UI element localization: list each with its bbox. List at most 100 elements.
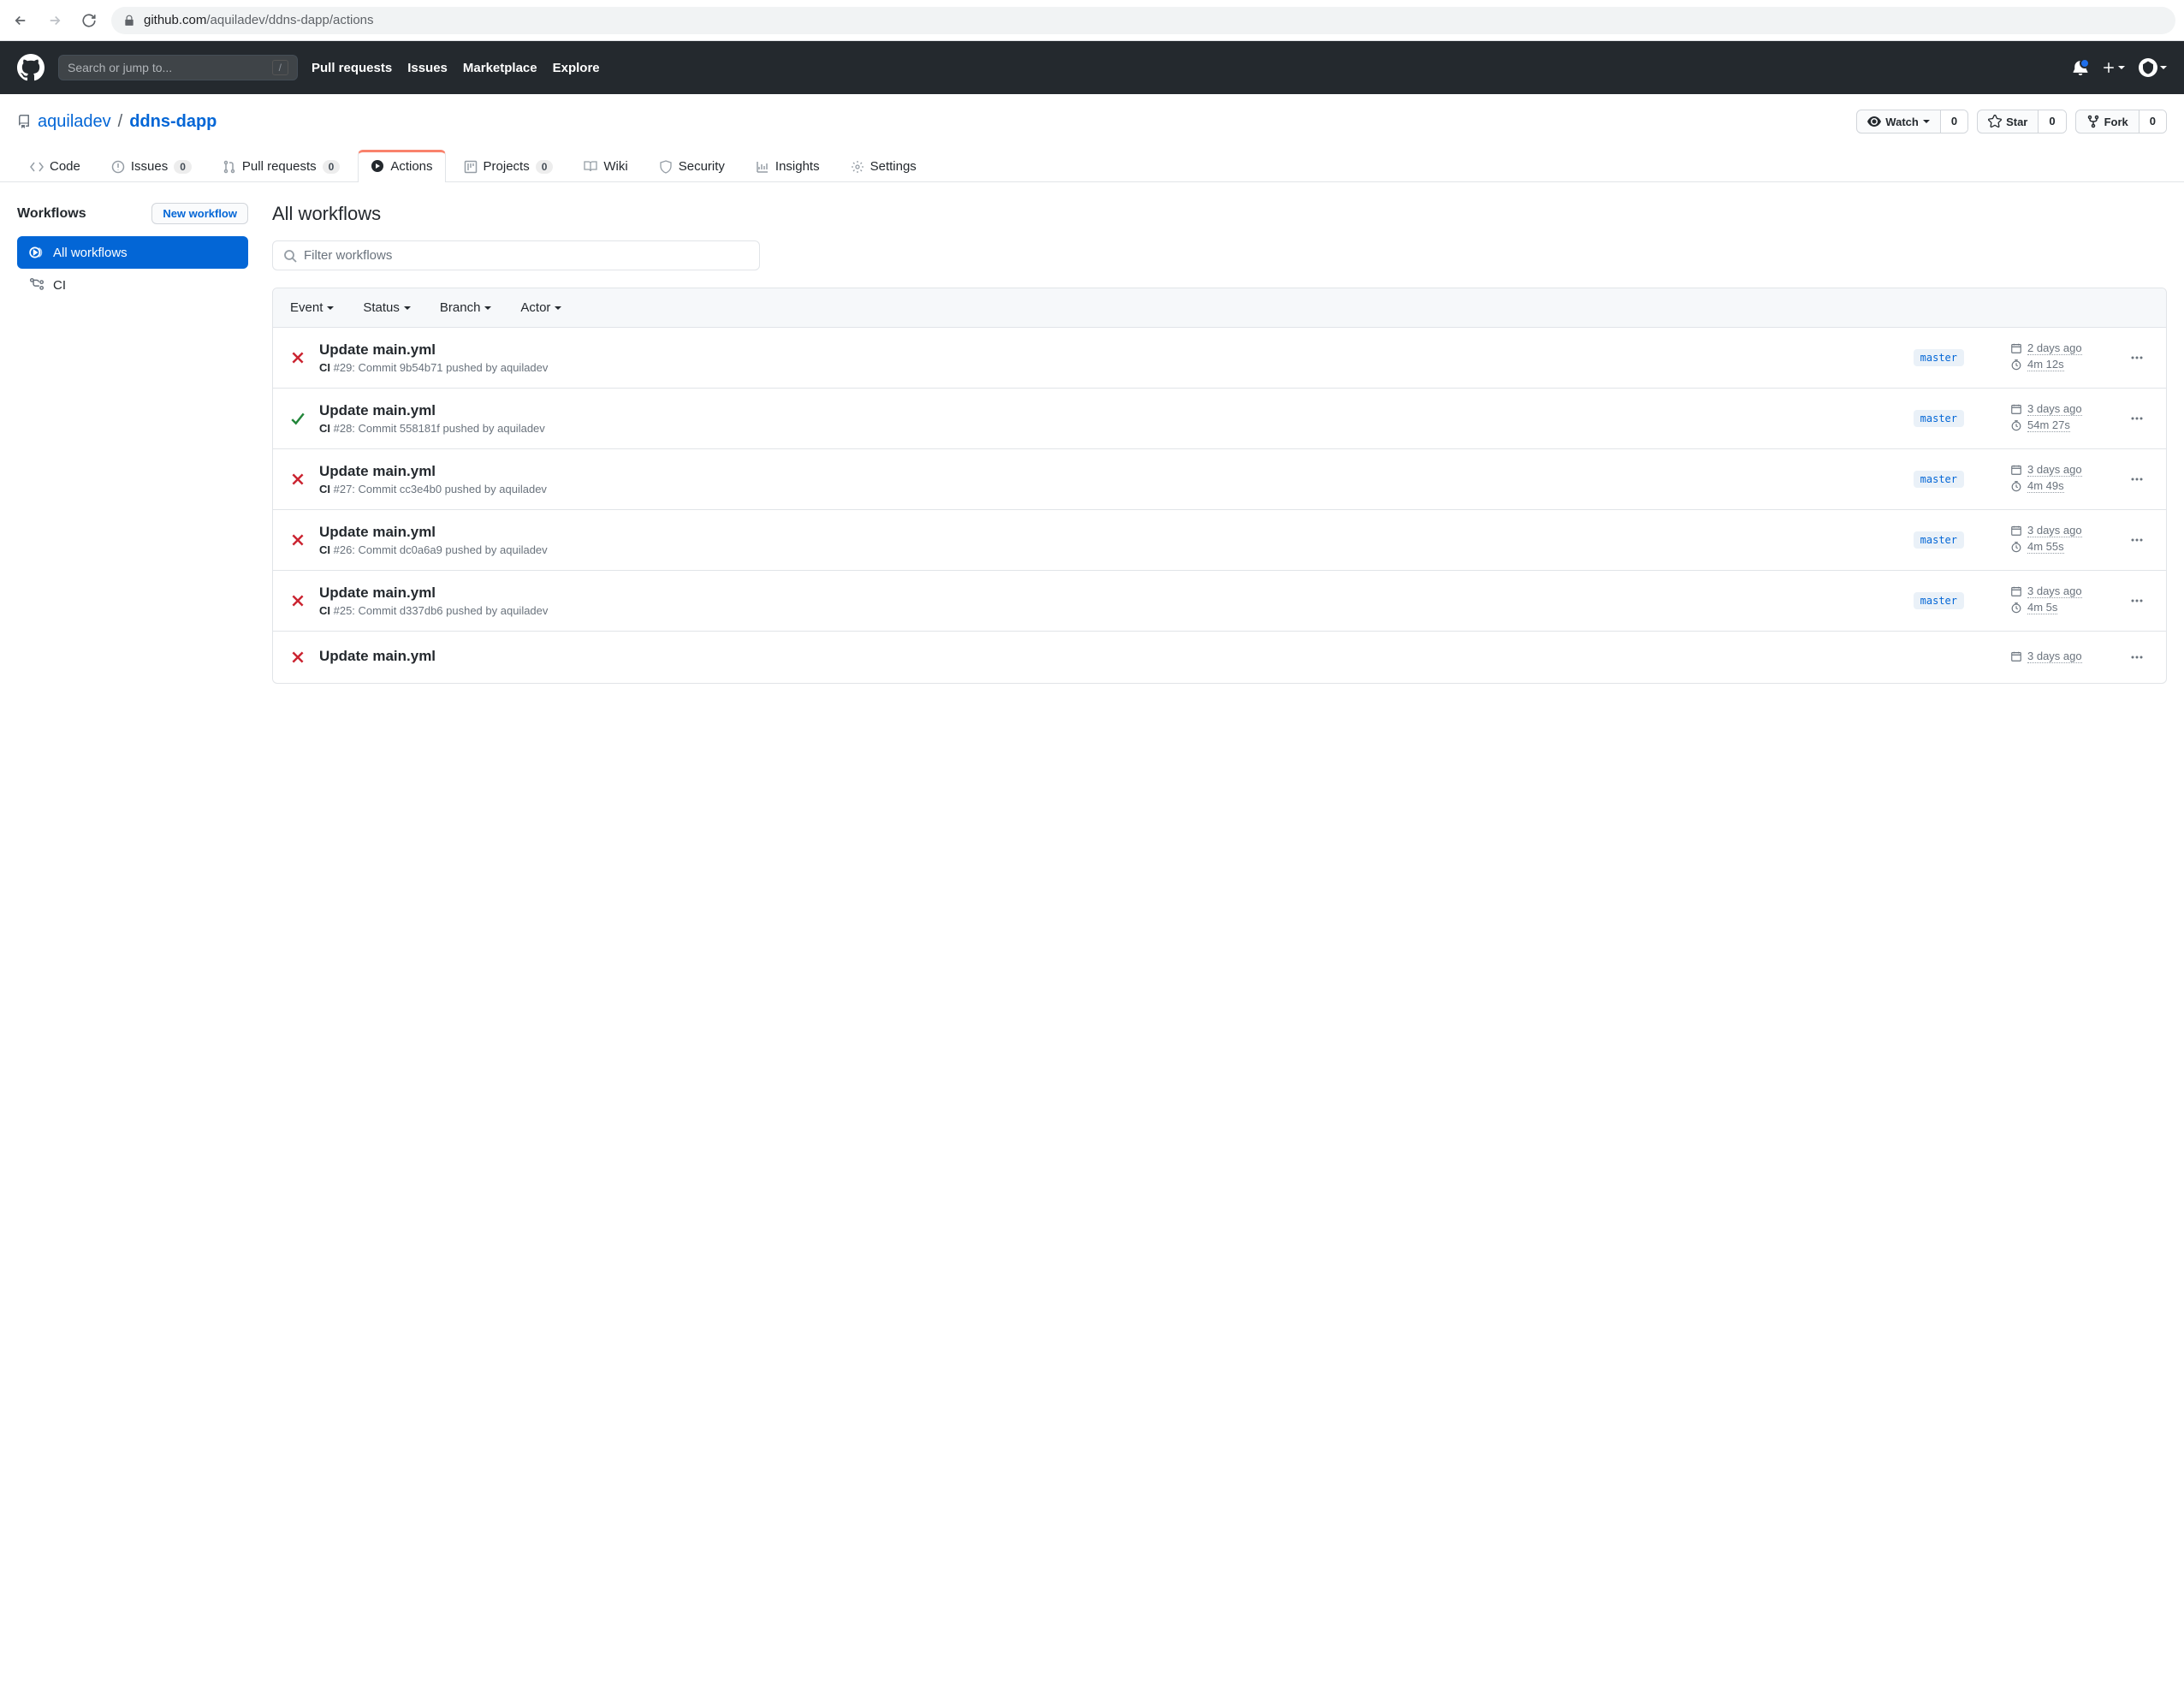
star-count[interactable]: 0 <box>2039 110 2065 133</box>
nav-pull-requests[interactable]: Pull requests <box>312 61 392 75</box>
run-row[interactable]: Update main.yml CI #28: Commit 558181f p… <box>273 389 2166 449</box>
repo-icon <box>17 115 31 128</box>
graph-icon <box>756 160 769 174</box>
x-icon <box>290 472 307 487</box>
workflow-icon <box>29 277 45 293</box>
branch-badge[interactable]: master <box>1914 471 1964 488</box>
search-input[interactable]: Search or jump to... / <box>58 55 298 80</box>
github-header: Search or jump to... / Pull requests Iss… <box>0 41 2184 94</box>
tab-actions[interactable]: Actions <box>358 150 445 182</box>
shield-icon <box>659 160 673 174</box>
branch-badge[interactable]: master <box>1914 531 1964 549</box>
pull-request-icon <box>223 160 236 174</box>
watch-count[interactable]: 0 <box>1941 110 1967 133</box>
watch-button[interactable]: Watch 0 <box>1856 110 1968 134</box>
tab-wiki[interactable]: Wiki <box>571 150 640 182</box>
run-menu-button[interactable] <box>2125 528 2149 552</box>
filter-event[interactable]: Event <box>290 300 334 315</box>
fork-icon <box>2086 115 2100 128</box>
filter-status[interactable]: Status <box>363 300 411 315</box>
run-age: 3 days ago <box>2027 524 2082 537</box>
repo-link[interactable]: ddns-dapp <box>129 112 217 132</box>
star-icon <box>1988 115 2002 128</box>
run-title[interactable]: Update main.yml <box>319 463 1867 480</box>
run-title[interactable]: Update main.yml <box>319 648 1866 665</box>
run-row[interactable]: Update main.yml CI #27: Commit cc3e4b0 p… <box>273 449 2166 510</box>
branch-badge[interactable]: master <box>1914 592 1964 609</box>
code-icon <box>30 160 44 174</box>
tab-settings[interactable]: Settings <box>838 150 929 182</box>
run-menu-button[interactable] <box>2125 467 2149 491</box>
issues-count: 0 <box>174 160 192 174</box>
run-row[interactable]: Update main.yml 3 days ago <box>273 632 2166 683</box>
tab-security[interactable]: Security <box>646 150 738 182</box>
fork-button[interactable]: Fork 0 <box>2075 110 2167 134</box>
filter-branch[interactable]: Branch <box>440 300 492 315</box>
user-menu[interactable] <box>2139 58 2167 77</box>
repo-header: aquiladev / ddns-dapp Watch 0 Star 0 For… <box>0 94 2184 134</box>
separator: / <box>118 112 123 132</box>
back-button[interactable] <box>9 9 33 33</box>
tab-code[interactable]: Code <box>17 150 93 182</box>
tab-projects[interactable]: Projects 0 <box>451 150 567 182</box>
notifications-button[interactable] <box>2073 60 2088 75</box>
star-label: Star <box>2006 116 2027 128</box>
run-title[interactable]: Update main.yml <box>319 402 1867 419</box>
play-icon <box>371 159 384 173</box>
sidebar-item-ci[interactable]: CI <box>17 269 248 301</box>
sidebar-title: Workflows <box>17 206 86 222</box>
branch-badge[interactable]: master <box>1914 410 1964 427</box>
run-duration: 4m 49s <box>2027 479 2064 493</box>
run-title[interactable]: Update main.yml <box>319 584 1867 602</box>
repo-title: aquiladev / ddns-dapp <box>17 112 217 132</box>
run-menu-button[interactable] <box>2125 406 2149 430</box>
nav-marketplace[interactable]: Marketplace <box>463 61 537 75</box>
owner-link[interactable]: aquiladev <box>38 112 111 132</box>
pulls-count: 0 <box>323 160 341 174</box>
slash-key-hint: / <box>272 60 288 75</box>
nav-issues[interactable]: Issues <box>407 61 448 75</box>
run-row[interactable]: Update main.yml CI #29: Commit 9b54b71 p… <box>273 328 2166 389</box>
header-nav: Pull requests Issues Marketplace Explore <box>312 61 600 75</box>
run-meta: CI #29: Commit 9b54b71 pushed by aquilad… <box>319 361 1867 374</box>
forward-button[interactable] <box>43 9 67 33</box>
fork-label: Fork <box>2104 116 2128 128</box>
tab-pulls[interactable]: Pull requests 0 <box>210 150 353 182</box>
address-bar[interactable]: github.com/aquiladev/ddns-dapp/actions <box>111 7 2175 34</box>
run-age: 3 days ago <box>2027 402 2082 416</box>
run-menu-button[interactable] <box>2125 346 2149 370</box>
run-meta: CI #25: Commit d337db6 pushed by aquilad… <box>319 604 1867 617</box>
eye-icon <box>1867 115 1881 128</box>
new-workflow-button[interactable]: New workflow <box>151 203 248 224</box>
github-logo-icon[interactable] <box>17 54 45 81</box>
browser-toolbar: github.com/aquiladev/ddns-dapp/actions <box>0 0 2184 41</box>
page-title: All workflows <box>272 203 2167 225</box>
branch-badge[interactable]: master <box>1914 349 1964 366</box>
url-text: github.com/aquiladev/ddns-dapp/actions <box>144 13 374 27</box>
create-menu[interactable] <box>2102 61 2125 74</box>
search-icon <box>283 249 297 263</box>
run-row[interactable]: Update main.yml CI #25: Commit d337db6 p… <box>273 571 2166 632</box>
run-row[interactable]: Update main.yml CI #26: Commit dc0a6a9 p… <box>273 510 2166 571</box>
gear-icon <box>851 160 864 174</box>
run-meta: CI #28: Commit 558181f pushed by aquilad… <box>319 422 1867 435</box>
run-menu-button[interactable] <box>2125 589 2149 613</box>
main-content: All workflows Filter workflows Event Sta… <box>272 203 2167 684</box>
run-age: 3 days ago <box>2027 463 2082 477</box>
tab-issues[interactable]: Issues 0 <box>98 150 205 182</box>
run-title[interactable]: Update main.yml <box>319 524 1867 541</box>
notification-dot-icon <box>2080 58 2090 68</box>
run-title[interactable]: Update main.yml <box>319 341 1867 359</box>
fork-count[interactable]: 0 <box>2139 110 2166 133</box>
reload-button[interactable] <box>77 9 101 33</box>
filter-actor[interactable]: Actor <box>520 300 561 315</box>
tab-insights[interactable]: Insights <box>743 150 833 182</box>
run-meta: CI #27: Commit cc3e4b0 pushed by aquilad… <box>319 483 1867 495</box>
sidebar-item-all-workflows[interactable]: All workflows <box>17 236 248 269</box>
run-menu-button[interactable] <box>2125 645 2149 669</box>
filter-workflows-input[interactable]: Filter workflows <box>272 240 760 270</box>
star-button[interactable]: Star 0 <box>1977 110 2067 134</box>
nav-explore[interactable]: Explore <box>553 61 600 75</box>
search-placeholder: Search or jump to... <box>68 61 172 74</box>
watch-label: Watch <box>1885 116 1919 128</box>
